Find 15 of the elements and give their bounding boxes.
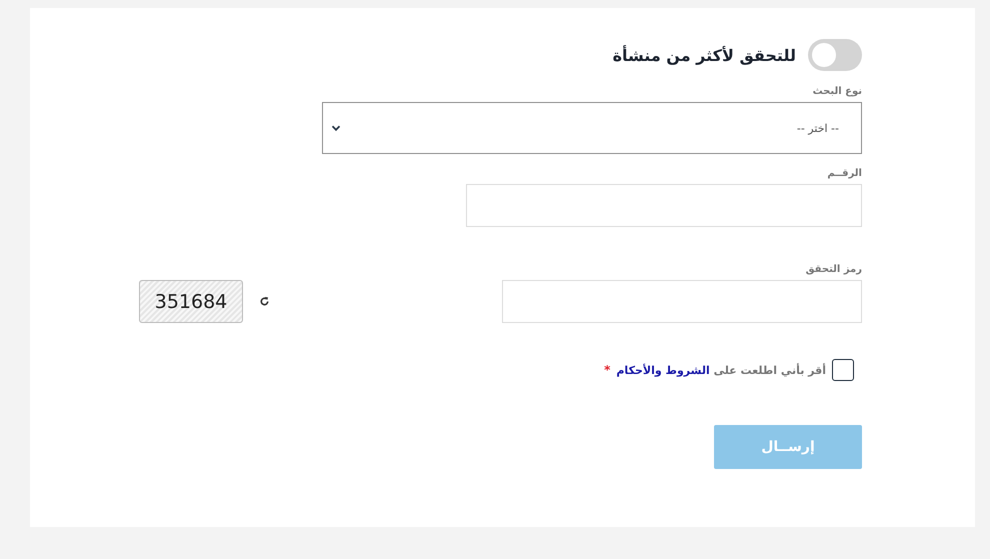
terms-link[interactable]: الشروط والأحكام bbox=[616, 364, 710, 376]
field-label: رمز التحقق bbox=[806, 264, 862, 275]
captcha-field[interactable] bbox=[502, 280, 862, 323]
toggle-switch[interactable] bbox=[808, 39, 862, 71]
field-label: الرقــم bbox=[827, 168, 862, 179]
refresh-icon[interactable] bbox=[259, 296, 270, 307]
terms-text: أقر بأني اطلعت على الشروط والأحكام bbox=[616, 364, 826, 376]
checkbox[interactable] bbox=[832, 359, 854, 381]
required-mark: * bbox=[604, 363, 610, 377]
field-label: نوع البحث bbox=[812, 86, 862, 97]
search-type-select[interactable]: -- اختر -- bbox=[322, 102, 862, 154]
chevron-down-icon bbox=[331, 123, 341, 133]
number-field[interactable] bbox=[466, 184, 862, 227]
captcha-image: 351684 bbox=[139, 280, 243, 323]
toggle-label: للتحقق لأكثر من منشأة bbox=[612, 46, 796, 64]
